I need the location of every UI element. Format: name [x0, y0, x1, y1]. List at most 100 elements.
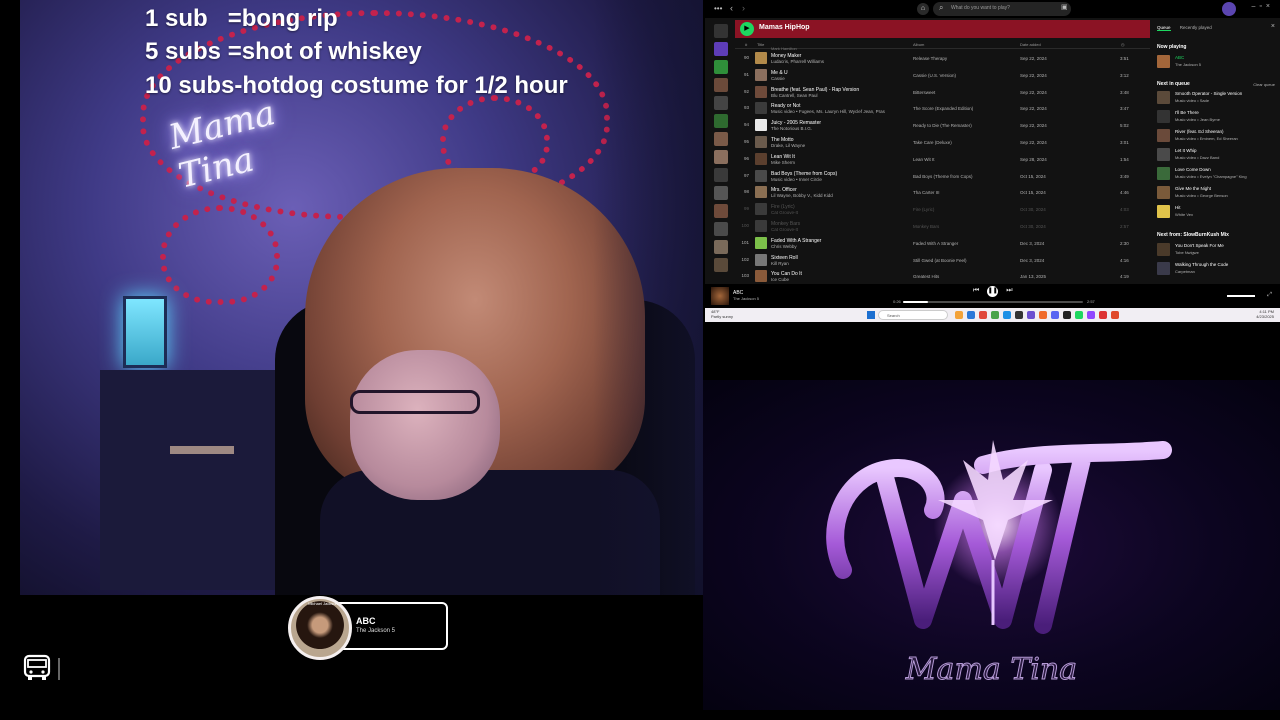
- track-artist[interactable]: Ludacris, Pharrell Williams: [771, 59, 824, 64]
- next-icon[interactable]: ⏭: [1006, 287, 1012, 294]
- list-item[interactable]: Give Me the Night Music video • George Be…: [1157, 185, 1279, 201]
- previous-icon[interactable]: ⏮: [973, 287, 979, 294]
- library-item[interactable]: [714, 60, 728, 74]
- tab-recently-played[interactable]: Recently played: [1180, 25, 1212, 30]
- track-album[interactable]: Lean Wit It: [913, 157, 935, 162]
- edge-icon[interactable]: [967, 311, 975, 319]
- app-icon[interactable]: [1111, 311, 1119, 319]
- table-row[interactable]: 91 Me & U Cassie Cassie (U.S. Version) Sep 2…: [735, 67, 1150, 84]
- pause-button[interactable]: ❚❚: [987, 286, 999, 297]
- track-artist[interactable]: Cat Groove-It: [771, 227, 798, 232]
- fullscreen-icon[interactable]: ⤢: [1267, 292, 1272, 299]
- table-row[interactable]: 95 The Motto Drake, Lil Wayne Take Care (De…: [735, 134, 1150, 151]
- progress-slider[interactable]: [903, 301, 1083, 303]
- track-album[interactable]: Tha Carter III: [913, 190, 940, 195]
- play-button[interactable]: ▶: [740, 22, 754, 36]
- track-album[interactable]: Greatest Hits: [913, 274, 939, 279]
- brave-icon[interactable]: [1039, 311, 1047, 319]
- track-album[interactable]: Monkey Bars: [913, 224, 939, 229]
- more-icon[interactable]: •••: [714, 4, 722, 13]
- track-artist[interactable]: The Notorious B.I.G.: [771, 126, 812, 131]
- browse-icon[interactable]: ▣: [1061, 3, 1068, 11]
- player-track-artist[interactable]: The Jackson 5: [733, 296, 759, 301]
- column-date[interactable]: Date added: [1020, 42, 1041, 47]
- table-row[interactable]: 100 Monkey Bars Cat Groove-It Monkey Bars Oc…: [735, 218, 1150, 235]
- track-artist[interactable]: Music video • Fugees, Ms. Lauryn Hill, W…: [771, 109, 885, 114]
- track-artist[interactable]: Chris Webby: [771, 244, 797, 249]
- table-row[interactable]: 102 Sixteen Roll Kill Ryan Still Gwed (at B…: [735, 252, 1150, 269]
- track-album[interactable]: Bittersweet: [913, 90, 935, 95]
- list-item[interactable]: Walking Through the Code Carpetman: [1157, 261, 1279, 277]
- queue-now-playing[interactable]: ABC The Jackson 5: [1157, 54, 1279, 70]
- library-item[interactable]: [714, 114, 728, 128]
- list-item[interactable]: Love Come Down Music video • Evelyn "Cham…: [1157, 166, 1279, 182]
- list-item[interactable]: I'll Be There Music video • Jean Byrne: [1157, 109, 1279, 125]
- library-item[interactable]: [714, 240, 728, 254]
- table-row[interactable]: 92 Breathe (feat. Sean Paul) - Rap Versio…: [735, 84, 1150, 101]
- list-item[interactable]: You Don't Speak For Me Tobe Nwigwe: [1157, 242, 1279, 258]
- clear-queue-link[interactable]: Clear queue: [1253, 82, 1275, 87]
- library-item[interactable]: [714, 150, 728, 164]
- close-icon[interactable]: ×: [1271, 23, 1275, 30]
- track-album[interactable]: Bad Boys (Theme from Cops): [913, 174, 973, 179]
- library-item[interactable]: [714, 258, 728, 272]
- library-icon[interactable]: [714, 24, 728, 38]
- windows-start-icon[interactable]: [867, 311, 875, 319]
- column-album[interactable]: Album: [913, 42, 924, 47]
- spotify-icon[interactable]: [1075, 311, 1083, 319]
- search-input[interactable]: ⌕ What do you want to play?: [933, 2, 1071, 16]
- table-row[interactable]: 101 Faded With A Stranger Chris Webby Faded…: [735, 235, 1150, 252]
- library-item[interactable]: [714, 132, 728, 146]
- app-icon[interactable]: [1099, 311, 1107, 319]
- column-title[interactable]: Title: [757, 42, 764, 47]
- table-row[interactable]: 97 Bad Boys (Theme from Cops) Music video …: [735, 168, 1150, 185]
- track-album[interactable]: Take Care (Deluxe): [913, 140, 952, 145]
- library-item[interactable]: [714, 42, 728, 56]
- table-row[interactable]: 94 Juicy - 2005 Remaster The Notorious B.I…: [735, 117, 1150, 134]
- track-artist[interactable]: Music video • Inner Circle: [771, 177, 822, 182]
- window-controls-icon[interactable]: –▫×: [1252, 3, 1274, 10]
- list-item[interactable]: Hit White Vex: [1157, 204, 1279, 220]
- weather-widget[interactable]: 48°F Partly sunny: [711, 309, 733, 319]
- list-item[interactable]: Smooth Operator - Single Version Music vi…: [1157, 90, 1279, 106]
- track-artist[interactable]: Ice Cube: [771, 277, 789, 282]
- track-album[interactable]: The Score (Expanded Edition): [913, 106, 973, 111]
- track-album[interactable]: Cassie (U.S. Version): [913, 73, 956, 78]
- table-row[interactable]: 90 Money Maker Ludacris, Pharrell Williams…: [735, 50, 1150, 67]
- table-row[interactable]: 98 Mrs. Officer Lil Wayne, Bobby V., Kidd …: [735, 184, 1150, 201]
- track-artist[interactable]: Kill Ryan: [771, 261, 789, 266]
- library-item[interactable]: [714, 222, 728, 236]
- library-item[interactable]: [714, 96, 728, 110]
- twitch-icon[interactable]: [1087, 311, 1095, 319]
- track-album[interactable]: Faded With A Stranger: [913, 241, 958, 246]
- track-album[interactable]: Release Therapy: [913, 56, 947, 61]
- list-item[interactable]: Let It Whip Music video • Dazz Band: [1157, 147, 1279, 163]
- chrome-icon[interactable]: [979, 311, 987, 319]
- app-icon[interactable]: [1063, 311, 1071, 319]
- file-explorer-icon[interactable]: [955, 311, 963, 319]
- library-item[interactable]: [714, 78, 728, 92]
- table-row[interactable]: 96 Lean Wit It Mike Sherm Lean Wit It Sep 28…: [735, 151, 1150, 168]
- home-icon[interactable]: ⌂: [917, 3, 929, 15]
- avatar[interactable]: [1222, 2, 1236, 16]
- table-row[interactable]: 93 Ready or Not Music video • Fugees, Ms. …: [735, 100, 1150, 117]
- back-arrow-icon[interactable]: ‹: [730, 3, 733, 13]
- track-artist[interactable]: Drake, Lil Wayne: [771, 143, 805, 148]
- library-item[interactable]: [714, 186, 728, 200]
- table-row[interactable]: 99 Fire (Lyric) Cat Groove-It Fire (Lyric) O…: [735, 201, 1150, 218]
- library-item[interactable]: [714, 204, 728, 218]
- mail-icon[interactable]: [1003, 311, 1011, 319]
- table-row[interactable]: 103 You Can Do It Ice Cube Greatest Hits Jan…: [735, 268, 1150, 285]
- discord-icon[interactable]: [1051, 311, 1059, 319]
- track-artist[interactable]: Cat Groove-It: [771, 210, 798, 215]
- track-artist[interactable]: Lil Wayne, Bobby V., Kidd Kidd: [771, 193, 833, 198]
- track-artist[interactable]: Mike Sherm: [771, 160, 795, 165]
- track-album[interactable]: Ready to Die (The Remaster): [913, 123, 972, 128]
- library-item[interactable]: [714, 168, 728, 182]
- list-item[interactable]: River (feat. Ed Sheeran) Music video • Em…: [1157, 128, 1279, 144]
- forward-arrow-icon[interactable]: ›: [742, 3, 745, 13]
- track-album[interactable]: Fire (Lyric): [913, 207, 934, 212]
- taskbar-clock[interactable]: 4:11 PM 4/23/2025: [1256, 309, 1274, 319]
- app-icon[interactable]: [991, 311, 999, 319]
- app-icon[interactable]: [1027, 311, 1035, 319]
